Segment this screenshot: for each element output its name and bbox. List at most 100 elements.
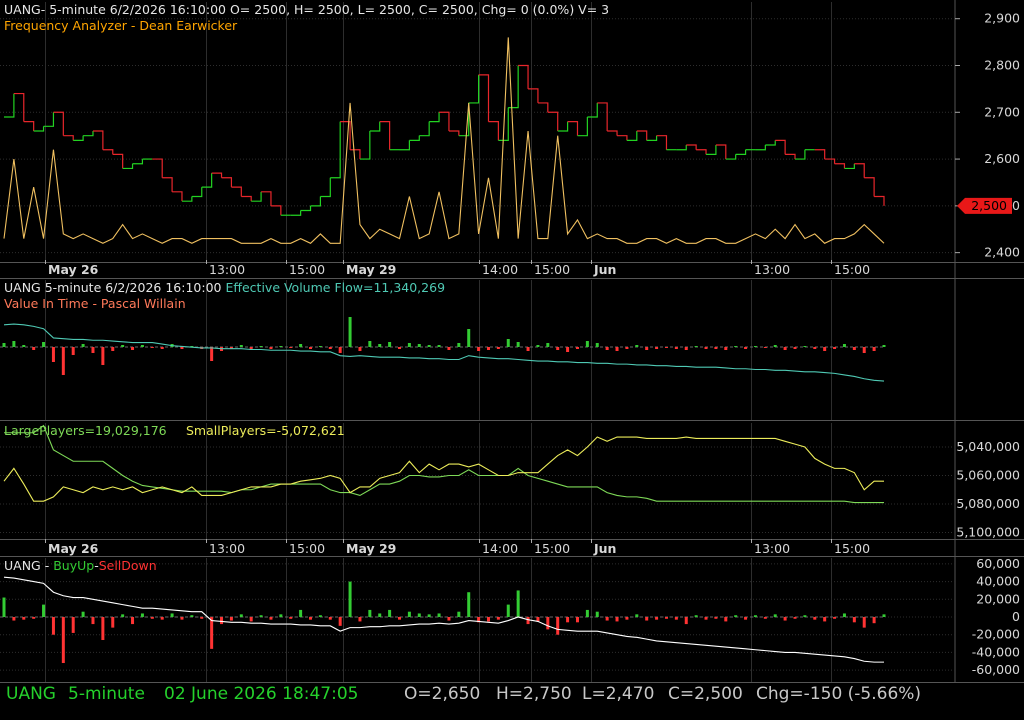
price-tick-label: 2,600 — [984, 151, 1020, 166]
price-step — [4, 93, 15, 118]
price-step — [221, 177, 233, 188]
buyup-tick-label: -40,000 — [972, 644, 1020, 659]
price-step — [241, 195, 252, 202]
buyup-selldown-bar — [42, 604, 46, 617]
value-in-time-bar — [71, 347, 75, 355]
buyup-selldown-bar — [358, 617, 362, 622]
value-in-time-bar — [131, 347, 135, 350]
price-step — [656, 135, 668, 150]
price-step — [448, 130, 460, 136]
value-in-time-bar — [160, 347, 164, 349]
price-step — [795, 149, 806, 160]
buyup-selldown-bar — [793, 617, 797, 619]
price-step — [429, 112, 440, 123]
panel2-header: UANG 5-minute 6/2/2026 16:10:00 Effectiv… — [4, 280, 445, 295]
buyup-selldown-bar — [259, 615, 263, 617]
price-step — [181, 196, 193, 202]
value-in-time-bar — [724, 347, 728, 350]
value-in-time-bar — [753, 346, 757, 347]
price-step — [706, 145, 717, 155]
value-in-time-bar — [566, 347, 570, 352]
players-tick-label: 5,040,000 — [956, 439, 1020, 454]
price-step — [626, 131, 638, 141]
buyup-selldown-bar — [526, 617, 530, 625]
buyup-selldown-bar — [783, 617, 787, 621]
price-step — [567, 121, 579, 136]
value-in-time-bar — [318, 346, 322, 347]
players-tick-label: 5,060,000 — [956, 468, 1020, 483]
price-step — [834, 163, 846, 169]
buyup-selldown-bar — [872, 617, 876, 624]
price-step — [607, 130, 618, 136]
buyup-selldown-bar — [753, 615, 757, 617]
buyup-selldown-bar — [546, 617, 550, 630]
value-in-time-bar — [833, 347, 837, 349]
value-in-time-bar — [575, 347, 579, 349]
buyup-tick-label: 60,000 — [976, 556, 1020, 571]
value-in-time-bar — [783, 347, 787, 350]
price-step — [63, 135, 74, 141]
buyup-selldown-bar — [200, 617, 204, 619]
price-step — [290, 210, 302, 216]
buyup-selldown-bar — [625, 617, 629, 620]
buyup-selldown-bar — [71, 617, 75, 633]
buyup-selldown-bar — [51, 617, 55, 635]
price-step — [409, 135, 420, 141]
status-bar: UANG 5-minute 02 June 2026 18:47:05 O=2,… — [6, 684, 1021, 708]
price-step — [83, 131, 94, 137]
buyup-selldown-bar — [862, 617, 866, 628]
value-in-time-bar — [605, 347, 609, 350]
price-tick-label: 2,800 — [984, 58, 1020, 73]
buyup-selldown-bar — [684, 617, 688, 625]
last-price-suffix: 0 — [1012, 198, 1020, 213]
price-step — [162, 177, 173, 192]
buyup-selldown-bar — [121, 614, 125, 617]
status-change: Chg=-150 (-5.66%) — [756, 684, 922, 704]
value-in-time-bar — [2, 343, 6, 347]
price-step — [547, 111, 559, 131]
time-tick-label: 15:00 — [534, 541, 570, 556]
price-step — [785, 153, 796, 160]
buyup-selldown-bar — [318, 615, 322, 617]
price-step — [686, 144, 697, 150]
buyup-selldown-bar — [81, 611, 85, 617]
status-high: H=2,750 — [496, 684, 572, 704]
buyup-selldown-bar — [131, 617, 135, 625]
buyup-selldown-bar — [467, 592, 471, 617]
value-in-time-bar — [269, 347, 273, 349]
time-tick-label: 13:00 — [209, 262, 245, 277]
panel4-header: UANG - BuyUp-SellDown — [4, 558, 157, 573]
last-price-label: 2,500 — [971, 198, 1007, 213]
value-in-time-bar — [734, 346, 738, 347]
value-in-time-bar — [842, 344, 846, 347]
status-interval: 5-minute — [68, 684, 145, 704]
buyup-selldown-bar — [635, 614, 639, 617]
value-in-time-bar — [496, 347, 500, 349]
buyup-tick-label: 0 — [1012, 609, 1020, 624]
buyup-selldown-bar — [378, 613, 382, 617]
chart-canvas[interactable]: 2,900 2,800 2,700 2,600 2,400 2,500 0 UANG- 5-m… — [0, 0, 1024, 720]
buyup-selldown-bar — [249, 617, 253, 622]
value-in-time-bar — [595, 343, 599, 347]
value-in-time-bar — [437, 345, 441, 347]
price-step — [468, 74, 480, 104]
value-in-time-bar — [32, 347, 36, 350]
buyup-selldown-bar — [407, 611, 411, 617]
buyup-selldown-bar — [348, 581, 352, 617]
value-in-time-bar — [674, 347, 678, 349]
price-step — [735, 149, 747, 155]
price-step — [676, 145, 687, 151]
buyup-selldown-bar — [299, 609, 303, 617]
value-in-time-bar — [140, 345, 144, 347]
buyup-selldown-bar — [338, 617, 342, 626]
value-in-time-bar — [852, 347, 856, 350]
buyup-selldown-bar — [852, 617, 856, 623]
time-tick-label: 15:00 — [834, 262, 870, 277]
buyup-selldown-bar — [111, 617, 115, 628]
value-in-time-bar — [42, 342, 46, 347]
price-step — [587, 102, 598, 118]
value-in-time-bar — [111, 347, 115, 351]
price-step — [725, 154, 737, 160]
buyup-selldown-bar — [496, 617, 500, 620]
buyup-selldown-bar — [309, 617, 313, 620]
